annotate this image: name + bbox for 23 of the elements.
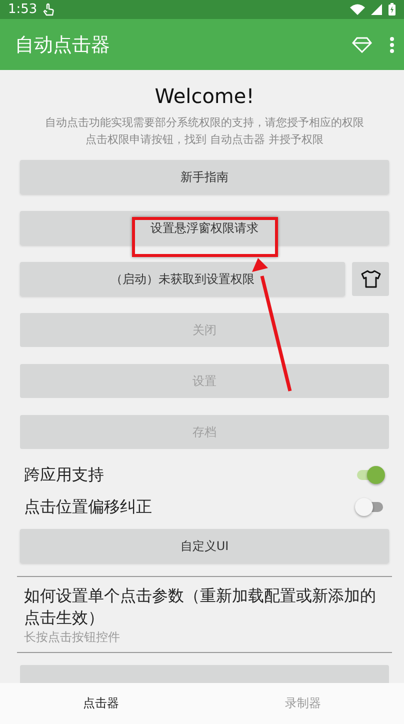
intro-text: 自动点击功能实现需要部分系统权限的支持，请您授予相应的权限 [44, 115, 365, 131]
welcome-heading: Welcome! [154, 84, 256, 108]
help-subtitle: 长按点击按钮控件 [23, 629, 121, 646]
shirt-button[interactable] [352, 262, 389, 296]
toggle-label: 跨应用支持 [24, 464, 104, 486]
app-title: 自动点击器 [15, 32, 111, 58]
toggle-switch[interactable] [355, 498, 385, 516]
wifi-icon [350, 4, 365, 15]
signal-icon [371, 4, 382, 15]
action-button[interactable]: （启动）未获取到设置权限 [20, 262, 345, 296]
diamond-icon[interactable] [352, 36, 372, 52]
clock: 1:53 [8, 2, 38, 17]
toggle-label: 点击位置偏移纠正 [24, 496, 152, 518]
custom-ui-button[interactable]: 自定义UI [20, 529, 389, 563]
more-icon[interactable] [390, 36, 394, 52]
bottom-tab[interactable]: 点击器 [0, 683, 202, 724]
intro-text: 点击权限申请按钮，找到 自动点击器 并授予权限 [84, 132, 324, 148]
help-title: 如何设置单个点击参数（重新加载配置或新添加的点击生效） [23, 585, 377, 629]
shirt-icon [360, 270, 380, 288]
battery-icon [388, 3, 396, 16]
toggle-switch[interactable] [355, 466, 385, 484]
action-button[interactable]: 新手指南 [20, 160, 389, 194]
action-button[interactable]: 设置悬浮窗权限请求 [20, 211, 389, 245]
